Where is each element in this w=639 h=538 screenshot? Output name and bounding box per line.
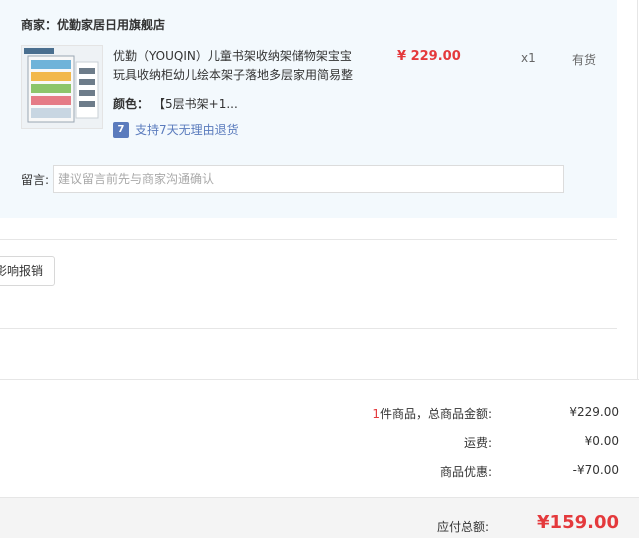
goods-total-value: ¥229.00 bbox=[569, 405, 619, 419]
goods-total-label: 1件商品，总商品金额: bbox=[372, 405, 492, 422]
note-input[interactable] bbox=[53, 165, 564, 193]
merchant-store-name[interactable]: 优勤家居日用旗舰店 bbox=[57, 18, 165, 32]
payable-value: ¥159.00 bbox=[537, 512, 619, 533]
discount-label: 商品优惠: bbox=[439, 465, 492, 479]
return-policy-text[interactable]: 支持7天无理由退货 bbox=[135, 121, 239, 138]
product-thumbnail[interactable] bbox=[21, 45, 103, 129]
color-value: 【5层书架+1... bbox=[159, 97, 238, 111]
return-policy[interactable]: 7 支持7天无理由退货 bbox=[113, 121, 239, 138]
divider bbox=[0, 379, 639, 380]
return-7-days-icon: 7 bbox=[113, 121, 129, 138]
product-stock-status: 有货 bbox=[572, 53, 597, 67]
merchant-label: 商家： bbox=[21, 18, 58, 32]
color-label: 颜色： bbox=[113, 97, 150, 111]
discount-value: -¥70.00 bbox=[572, 463, 619, 477]
shipping-value: ¥0.00 bbox=[584, 434, 619, 448]
invoice-option-button[interactable]: 影响报销 bbox=[0, 256, 55, 286]
item-count: 1 bbox=[372, 407, 380, 421]
goods-total-text: 件商品，总商品金额: bbox=[379, 407, 492, 421]
product-color: 颜色： 【5层书架+1... bbox=[113, 95, 238, 112]
payable-label: 应付总额: bbox=[436, 520, 489, 534]
divider bbox=[0, 239, 617, 240]
product-quantity: x1 bbox=[521, 51, 536, 65]
divider bbox=[0, 328, 617, 329]
shipping-label: 运费: bbox=[463, 436, 492, 450]
divider bbox=[637, 0, 638, 380]
product-name[interactable]: 优勤（YOUQIN）儿童书架收纳架储物架宝宝玩具收纳柜幼儿绘本架子落地多层家用简… bbox=[113, 47, 363, 85]
note-label: 留言: bbox=[21, 173, 50, 187]
merchant-name[interactable]: 商家：优勤家居日用旗舰店 bbox=[21, 16, 165, 33]
order-item-panel: 商家：优勤家居日用旗舰店 优勤（YOUQIN）儿童书架收纳架储物架宝宝玩具收纳柜… bbox=[0, 0, 617, 218]
product-price: ¥ 229.00 bbox=[397, 49, 461, 64]
bookshelf-image bbox=[22, 46, 102, 128]
payable-total-bar: 应付总额: ¥159.00 bbox=[0, 497, 639, 538]
